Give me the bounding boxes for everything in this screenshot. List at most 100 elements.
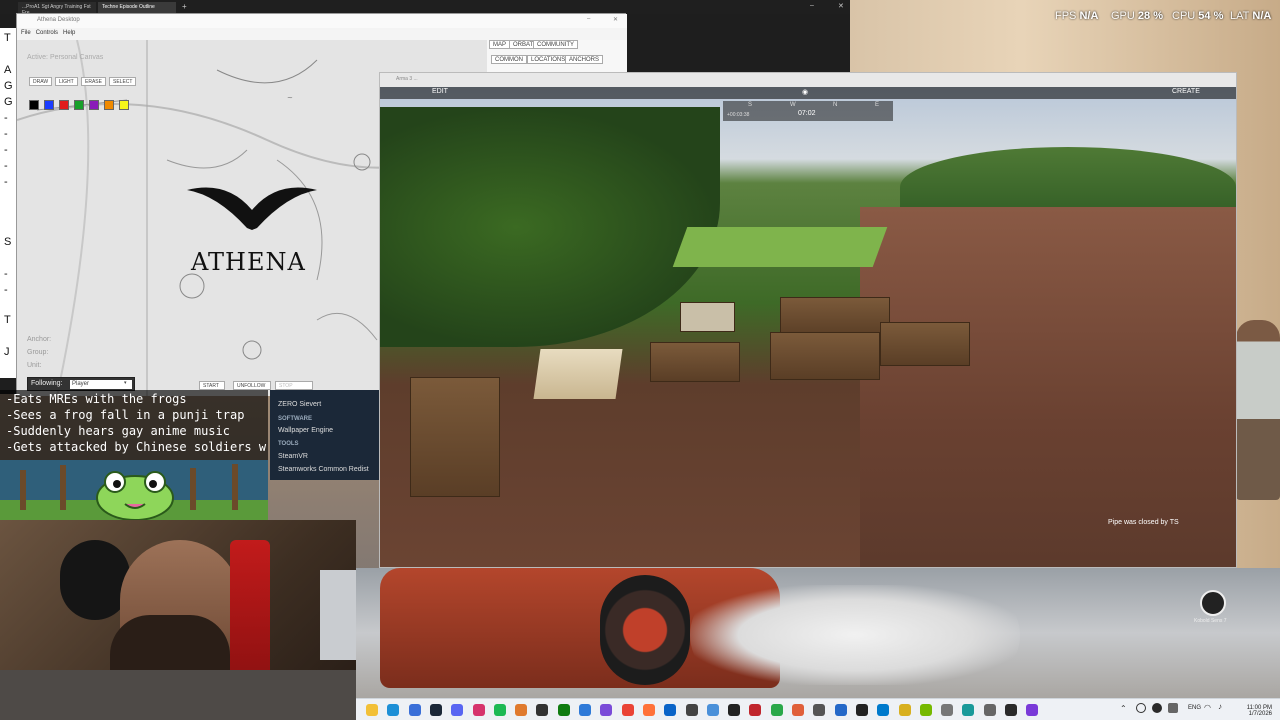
tab-map[interactable]: MAP bbox=[489, 40, 511, 49]
tool-draw-button[interactable]: DRAW bbox=[29, 77, 53, 86]
app-dark-icon[interactable] bbox=[1005, 704, 1017, 716]
nvidia-icon[interactable] bbox=[919, 704, 932, 716]
game-notification: Pipe was closed by TS bbox=[1108, 519, 1179, 526]
color-swatch[interactable] bbox=[29, 100, 39, 110]
clock[interactable]: 11:00 PM 1/7/2026 bbox=[1232, 705, 1272, 717]
tab-community[interactable]: COMMUNITY bbox=[533, 40, 578, 49]
store-icon[interactable] bbox=[408, 704, 421, 716]
new-tab-icon[interactable]: + bbox=[182, 2, 187, 11]
volume-icon[interactable]: ♪ bbox=[1218, 702, 1222, 711]
stream-chat-overlay: -Eats MREs with the frogs -Sees a frog f… bbox=[0, 390, 268, 460]
paint-icon[interactable] bbox=[792, 704, 804, 716]
steam-item-zero-sievert[interactable]: ZERO Sievert bbox=[278, 401, 321, 408]
color-swatch[interactable] bbox=[104, 100, 114, 110]
app-yellow-icon[interactable] bbox=[898, 704, 911, 716]
file-explorer-icon[interactable] bbox=[366, 704, 378, 716]
app-red-icon[interactable] bbox=[749, 704, 762, 716]
hud-lat: LAT N/A bbox=[1230, 10, 1272, 22]
wifi-icon[interactable]: ◠ bbox=[1204, 703, 1211, 712]
clock-date: 1/7/2026 bbox=[1248, 711, 1272, 717]
tray-app-icon[interactable] bbox=[1168, 703, 1178, 713]
menu-help[interactable]: Help bbox=[63, 30, 75, 36]
stop-button[interactable]: STOP bbox=[275, 381, 313, 390]
spotify-icon[interactable] bbox=[493, 704, 506, 716]
color-swatch[interactable] bbox=[44, 100, 54, 110]
frog-overlay bbox=[0, 460, 268, 521]
edge-icon[interactable] bbox=[387, 704, 400, 716]
group-label: Group: bbox=[27, 349, 49, 356]
video-icon[interactable] bbox=[685, 704, 698, 716]
settings-icon[interactable] bbox=[983, 704, 996, 716]
desktop-app-icon[interactable] bbox=[1200, 590, 1226, 616]
tray-app-icon[interactable] bbox=[1136, 703, 1146, 713]
color-swatch[interactable] bbox=[59, 100, 69, 110]
create-menu[interactable]: CREATE bbox=[1172, 88, 1200, 95]
game-titlebar: Arma 3 ... bbox=[380, 73, 1236, 87]
app-gray-icon[interactable] bbox=[941, 704, 954, 716]
vscode-icon[interactable] bbox=[877, 704, 890, 716]
athena-menubar: File Controls Help bbox=[17, 28, 627, 40]
browser-tab-active[interactable]: Techne Episode Outline bbox=[98, 2, 176, 13]
notes-char: G bbox=[4, 80, 13, 92]
language-indicator[interactable]: ENG bbox=[1188, 705, 1201, 711]
webcam-hoodie bbox=[0, 670, 356, 720]
browser-tab[interactable]: ...ProA1 Sgt Angry Training Fst Fre bbox=[18, 2, 96, 16]
color-swatch[interactable] bbox=[119, 100, 129, 110]
tent bbox=[533, 349, 623, 399]
steam-item-steamworks[interactable]: Steamworks Common Redist bbox=[278, 466, 369, 473]
app-teal-icon[interactable] bbox=[962, 704, 975, 716]
subtab-common[interactable]: COMMON bbox=[491, 55, 527, 64]
start-button[interactable]: START bbox=[199, 381, 225, 390]
tray-chevron-icon[interactable]: ⌃ bbox=[1120, 704, 1127, 713]
close-icon[interactable]: ✕ bbox=[838, 2, 844, 10]
tool-erase-button[interactable]: ERASE bbox=[81, 77, 106, 86]
unity-icon[interactable] bbox=[855, 704, 868, 716]
chrome-icon[interactable] bbox=[621, 704, 634, 716]
menu-file[interactable]: File bbox=[21, 30, 31, 36]
subtab-locations[interactable]: LOCATIONS bbox=[527, 55, 570, 64]
hud-cpu: CPU 54 % bbox=[1172, 10, 1224, 22]
compass-e: E bbox=[875, 102, 880, 108]
camera-icon[interactable] bbox=[813, 704, 826, 716]
tool-select-button[interactable]: SELECT bbox=[109, 77, 137, 86]
app-green-icon[interactable] bbox=[770, 704, 783, 716]
app-purple-icon[interactable] bbox=[1026, 704, 1039, 716]
mail-icon[interactable] bbox=[664, 704, 677, 716]
discord-icon[interactable] bbox=[451, 704, 464, 716]
close-icon[interactable]: ✕ bbox=[613, 16, 618, 23]
steam-item-steamvr[interactable]: SteamVR bbox=[278, 453, 308, 460]
notes-char: S bbox=[4, 236, 12, 248]
steam-item-wallpaper-engine[interactable]: Wallpaper Engine bbox=[278, 427, 333, 434]
color-swatch[interactable] bbox=[89, 100, 99, 110]
edit-menu[interactable]: EDIT bbox=[432, 88, 448, 95]
notepad-icon[interactable] bbox=[706, 704, 719, 716]
unfollow-button[interactable]: UNFOLLOW bbox=[233, 381, 271, 390]
game-viewport[interactable]: EDIT ◉ CREATE S W N E +00:03:38 07:02 Pi… bbox=[380, 87, 1236, 567]
notes-char: - bbox=[4, 284, 8, 296]
music-icon[interactable] bbox=[472, 704, 485, 716]
photos-icon[interactable] bbox=[579, 704, 591, 716]
chevron-down-icon[interactable]: ▾ bbox=[124, 380, 127, 386]
eye-icon[interactable]: ◉ bbox=[802, 88, 808, 96]
color-swatch[interactable] bbox=[74, 100, 84, 110]
following-select[interactable]: Player bbox=[70, 380, 132, 389]
terminal-icon[interactable] bbox=[728, 704, 741, 716]
chat-icon[interactable] bbox=[515, 704, 528, 716]
xbox-icon[interactable] bbox=[557, 704, 570, 716]
steam-icon[interactable] bbox=[429, 704, 442, 716]
browser-tabstrip: ...ProA1 Sgt Angry Training Fst Fre Tech… bbox=[0, 0, 850, 16]
subtab-anchors[interactable]: ANCHORS bbox=[565, 55, 604, 64]
tool-light-button[interactable]: LIGHT bbox=[55, 77, 78, 86]
obs-icon[interactable] bbox=[536, 704, 549, 716]
menu-controls[interactable]: Controls bbox=[36, 30, 58, 36]
compass-n: N bbox=[833, 102, 838, 108]
minimize-icon[interactable]: – bbox=[810, 2, 814, 9]
minimize-icon[interactable]: – bbox=[587, 16, 590, 22]
gallery-icon[interactable] bbox=[600, 704, 613, 716]
hut-building bbox=[880, 322, 970, 366]
tray-app-icon[interactable] bbox=[1152, 703, 1162, 713]
webcam-feed bbox=[0, 520, 356, 720]
steam-library-list: ZERO Sievert SOFTWARE Wallpaper Engine T… bbox=[270, 390, 380, 480]
firefox-icon[interactable] bbox=[642, 704, 655, 716]
app-blue-icon[interactable] bbox=[834, 704, 847, 716]
